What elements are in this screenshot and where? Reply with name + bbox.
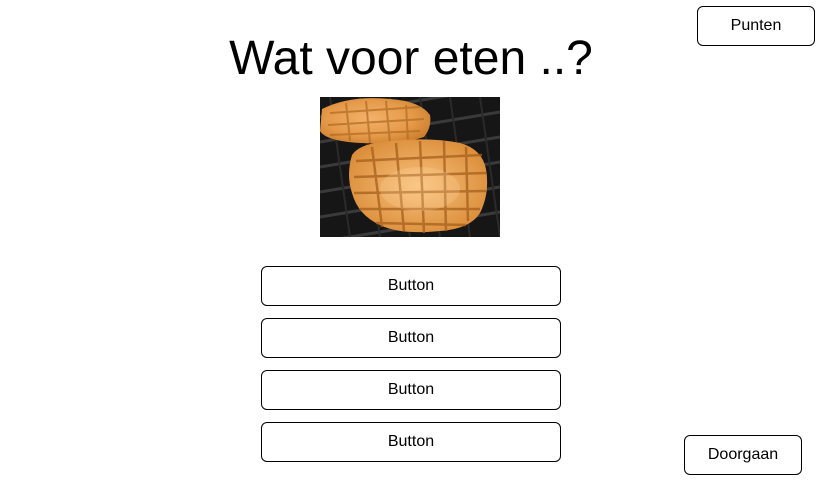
continue-button[interactable]: Doorgaan <box>684 435 802 475</box>
food-photo <box>320 97 500 237</box>
answer-button-4[interactable]: Button <box>261 422 561 462</box>
answer-button-3[interactable]: Button <box>261 370 561 410</box>
question-title: Wat voor eten ..? <box>229 32 593 85</box>
answer-button-2[interactable]: Button <box>261 318 561 358</box>
back-waffle <box>320 98 431 144</box>
answer-button-1[interactable]: Button <box>261 266 561 306</box>
waffle-image <box>320 97 500 237</box>
